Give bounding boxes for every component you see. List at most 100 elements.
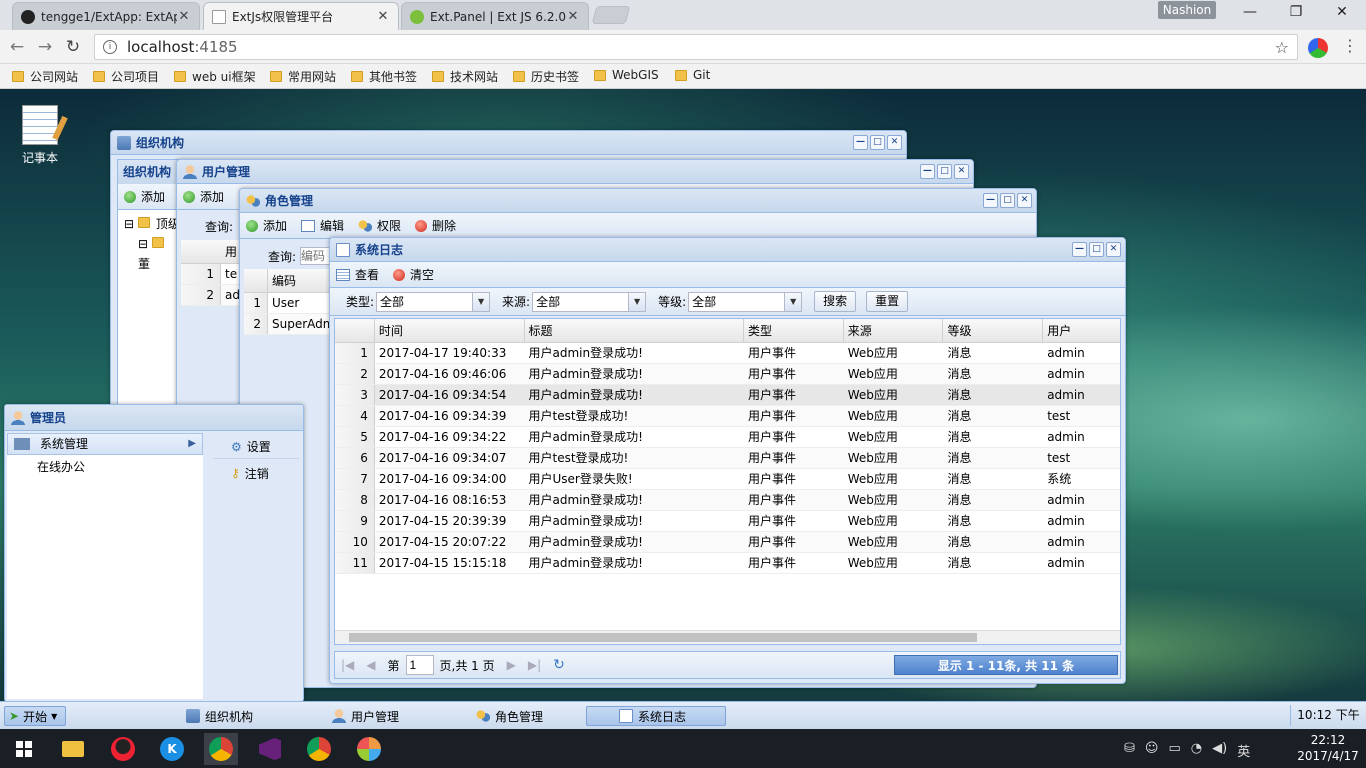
start-button[interactable]: ➤ 开始 ▼ <box>4 706 66 726</box>
next-page-icon[interactable]: ▶ <box>507 658 516 672</box>
bookmark-folder[interactable]: 公司网站 <box>12 68 78 85</box>
tree-node-root[interactable]: ⊟ 顶级 <box>124 214 180 234</box>
first-page-icon[interactable]: |◀ <box>341 658 354 672</box>
table-row[interactable]: 7 2017-04-16 09:34:00 用户User登录失败! 用户事件 Web应用… <box>335 469 1120 490</box>
last-page-icon[interactable]: ▶| <box>528 658 541 672</box>
chevron-down-icon[interactable]: ▼ <box>628 292 646 311</box>
tray-qq-icon[interactable]: ☺ <box>1145 741 1159 760</box>
org-window-header[interactable]: 组织机构 — □ ✕ <box>111 131 906 155</box>
minimize-icon[interactable]: — <box>983 193 998 208</box>
table-row[interactable]: 2 SuperAdm <box>244 314 330 335</box>
ime-indicator[interactable]: 英 <box>1237 741 1250 760</box>
settings-tool[interactable]: ⚙ 设置 <box>213 435 299 459</box>
browser-tab-github[interactable]: tengge1/ExtApp: ExtAp ✕ <box>12 2 200 30</box>
role-window-header[interactable]: 角色管理 — □ ✕ <box>240 189 1036 213</box>
logout-tool[interactable]: ⚷ 注销 <box>213 459 299 487</box>
close-tab-icon[interactable]: ✕ <box>376 9 390 24</box>
table-row[interactable]: 4 2017-04-16 09:34:39 用户test登录成功! 用户事件 Web应用… <box>335 406 1120 427</box>
column-header-time[interactable]: 时间 <box>375 319 525 342</box>
visual-studio-icon[interactable] <box>253 733 287 765</box>
kugou-icon[interactable]: K <box>155 733 189 765</box>
refresh-icon[interactable]: ↻ <box>553 657 565 673</box>
maximize-icon[interactable]: □ <box>937 164 952 179</box>
log-view-button[interactable]: 查看 <box>336 266 379 283</box>
task-org[interactable]: 组织机构 <box>180 706 320 726</box>
log-clear-button[interactable]: 清空 <box>393 266 434 283</box>
bookmark-folder[interactable]: 其他书签 <box>351 68 417 85</box>
notepad-shortcut[interactable]: 记事本 <box>18 105 62 166</box>
windows-start-icon[interactable] <box>7 733 41 765</box>
user-add-button[interactable]: 添加 <box>183 188 224 205</box>
bookmark-folder[interactable]: 公司项目 <box>93 68 159 85</box>
table-row[interactable]: 1 2017-04-17 19:40:33 用户admin登录成功! 用户事件 Web应… <box>335 343 1120 364</box>
close-window-icon[interactable]: ✕ <box>1330 4 1354 24</box>
role-permission-button[interactable]: 权限 <box>358 217 401 234</box>
forward-arrow-icon[interactable]: → <box>34 36 56 58</box>
table-row[interactable]: 2 2017-04-16 09:46:06 用户admin登录成功! 用户事件 Web应… <box>335 364 1120 385</box>
column-header-user[interactable]: 用户 <box>1043 319 1120 342</box>
file-explorer-icon[interactable] <box>56 733 90 765</box>
menu-icon[interactable]: ⋮ <box>1342 36 1358 58</box>
table-row[interactable]: 1 User <box>244 293 330 314</box>
reload-icon[interactable]: ↻ <box>62 36 84 58</box>
paint-icon[interactable] <box>352 733 386 765</box>
restore-window-icon[interactable]: ❐ <box>1284 4 1308 24</box>
table-row[interactable]: 3 2017-04-16 09:34:54 用户admin登录成功! 用户事件 Web应… <box>335 385 1120 406</box>
prev-page-icon[interactable]: ◀ <box>366 658 375 672</box>
table-row[interactable]: 10 2017-04-15 20:07:22 用户admin登录成功! 用户事件 Web… <box>335 532 1120 553</box>
chevron-down-icon[interactable]: ▼ <box>472 292 490 311</box>
maximize-icon[interactable]: □ <box>1089 242 1104 257</box>
minimize-icon[interactable]: — <box>853 135 868 150</box>
minimize-icon[interactable]: — <box>920 164 935 179</box>
search-button[interactable]: 搜索 <box>814 291 857 312</box>
volume-icon[interactable]: ◀) <box>1212 741 1227 760</box>
close-tab-icon[interactable]: ✕ <box>177 9 191 24</box>
role-edit-button[interactable]: 编辑 <box>301 217 344 234</box>
info-icon[interactable]: i <box>103 40 117 54</box>
tray-app-icon[interactable]: ⛁ <box>1124 741 1135 760</box>
type-filter-select[interactable]: 全部 ▼ <box>376 291 491 312</box>
wifi-icon[interactable]: ◔ <box>1191 741 1202 760</box>
horizontal-scrollbar[interactable] <box>335 630 1120 644</box>
task-user[interactable]: 用户管理 <box>326 706 466 726</box>
level-filter-select[interactable]: 全部 ▼ <box>688 291 803 312</box>
maximize-icon[interactable]: □ <box>870 135 885 150</box>
column-header-level[interactable]: 等级 <box>943 319 1044 342</box>
user-window-header[interactable]: 用户管理 — □ ✕ <box>177 160 973 184</box>
extension-icon[interactable] <box>1308 38 1328 58</box>
close-icon[interactable]: ✕ <box>1106 242 1121 257</box>
profile-name-badge[interactable]: Nashion <box>1158 1 1216 19</box>
table-row[interactable]: 11 2017-04-15 15:15:18 用户admin登录成功! 用户事件 Web… <box>335 553 1120 574</box>
bookmark-star-icon[interactable]: ☆ <box>1275 38 1289 57</box>
address-bar[interactable]: i localhost:4185 ☆ <box>94 34 1298 60</box>
source-filter-select[interactable]: 全部 ▼ <box>532 291 647 312</box>
menu-item-system[interactable]: 系统管理 ▶ <box>7 433 203 455</box>
log-window-header[interactable]: 系统日志 — □ ✕ <box>330 238 1125 262</box>
close-icon[interactable]: ✕ <box>954 164 969 179</box>
menu-item-office[interactable]: 在线办公 <box>7 455 203 479</box>
new-tab-button[interactable] <box>591 6 631 24</box>
back-arrow-icon[interactable]: ← <box>6 36 28 58</box>
table-row[interactable]: 6 2017-04-16 09:34:07 用户test登录成功! 用户事件 Web应用… <box>335 448 1120 469</box>
bookmark-folder[interactable]: WebGIS <box>594 68 659 82</box>
role-add-button[interactable]: 添加 <box>246 217 287 234</box>
bookmark-folder[interactable]: 历史书签 <box>513 68 579 85</box>
minimize-icon[interactable]: — <box>1072 242 1087 257</box>
task-log[interactable]: 系统日志 <box>586 706 726 726</box>
scrollbar-thumb[interactable] <box>349 633 977 642</box>
column-header-type[interactable]: 类型 <box>744 319 844 342</box>
browser-tab-ext-panel[interactable]: Ext.Panel | Ext JS 6.2.0 ✕ <box>401 2 589 30</box>
system-clock[interactable]: 22:12 2017/4/17 <box>1296 732 1360 764</box>
bookmark-folder[interactable]: web ui框架 <box>174 68 256 85</box>
bookmark-folder[interactable]: 常用网站 <box>270 68 336 85</box>
log-window[interactable]: 系统日志 — □ ✕ 查看 清空 类型: 全部 ▼ 来源: 全部 ▼ 等级: 全部 ▼ 搜… <box>329 237 1126 684</box>
page-number-input[interactable] <box>405 655 434 675</box>
role-delete-button[interactable]: 删除 <box>415 217 456 234</box>
table-row[interactable]: 2 ad <box>181 285 241 306</box>
maximize-icon[interactable]: □ <box>1000 193 1015 208</box>
bookmark-folder[interactable]: Git <box>675 68 710 82</box>
close-icon[interactable]: ✕ <box>887 135 902 150</box>
chevron-down-icon[interactable]: ▼ <box>784 292 802 311</box>
org-add-button[interactable]: 添加 <box>124 188 165 205</box>
reset-button[interactable]: 重置 <box>866 291 909 312</box>
